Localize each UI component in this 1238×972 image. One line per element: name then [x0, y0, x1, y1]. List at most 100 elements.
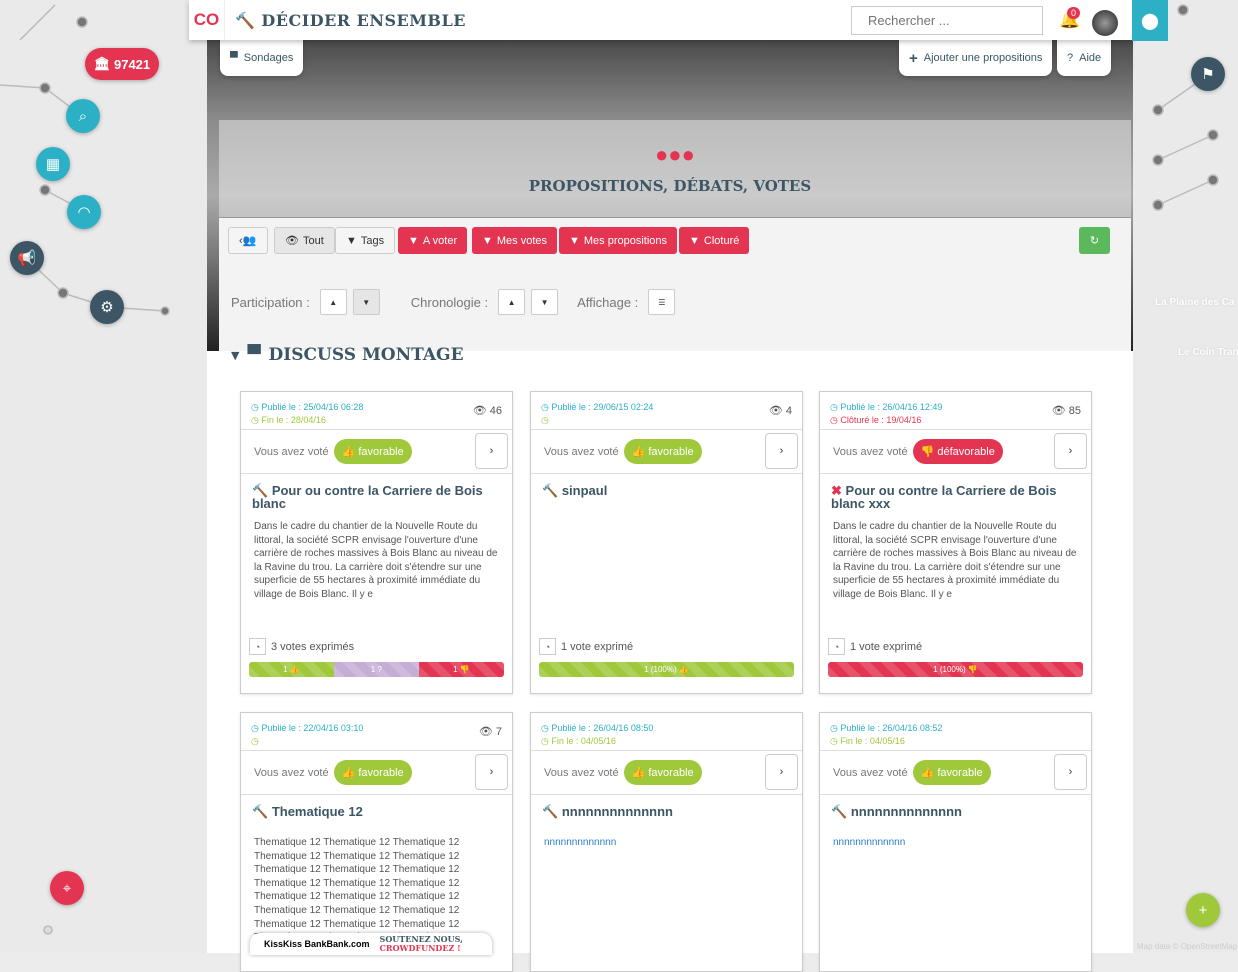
voted-label: Vous avez voté: [544, 766, 619, 779]
vote-badge: 👍 favorable: [333, 439, 412, 464]
open-proposal-button[interactable]: ›: [1054, 754, 1087, 790]
published-date: ◷ Publié le : 26/04/16 12:49: [830, 402, 943, 412]
participation-desc[interactable]: ▼: [352, 289, 380, 315]
banner-text: CROWDFUNDEZ !: [379, 943, 461, 953]
kisskiss-logo: KissKiss BankBank.com: [264, 939, 370, 949]
label: 46: [489, 405, 502, 417]
label: Publié le : 25/04/16 06:28: [261, 402, 364, 412]
vote-badge: 👎 défavorable: [912, 439, 1003, 464]
voted-label: Vous avez voté: [254, 766, 329, 779]
calendar-button[interactable]: ▦: [36, 147, 70, 181]
brand-title: DÉCIDER ENSEMBLE: [261, 10, 466, 30]
view-count: 👁 7: [479, 725, 502, 738]
votes-count[interactable]: ◔ 1 vote exprimé: [828, 638, 922, 655]
settings-button[interactable]: ⚙: [90, 290, 124, 324]
votes-count[interactable]: ◔ 3 votes exprimés: [249, 638, 354, 655]
label: nnnnnnnnnnnnnn: [561, 804, 673, 819]
pie-chart-icon: ◔: [539, 638, 556, 655]
voted-label: Vous avez voté: [544, 445, 619, 458]
hero-title: PROPOSITIONS, DÉBATS, VOTES: [528, 177, 812, 195]
label: Tags: [360, 234, 385, 247]
proposal-description: Dans le cadre du chantier de la Nouvelle…: [254, 521, 498, 600]
filter-my-votes[interactable]: ▼ Mes votes: [472, 227, 558, 254]
refresh-button[interactable]: ↻: [1079, 227, 1110, 254]
recenter-button[interactable]: ⌖: [50, 871, 84, 905]
tab-sondages[interactable]: ▀ Sondages: [220, 40, 304, 76]
plus-icon: +: [909, 49, 918, 67]
map-marker-icon: ⬤: [1141, 12, 1159, 30]
label: 1 vote exprimé: [561, 640, 634, 653]
label: Thematique 12: [271, 804, 363, 819]
right-map[interactable]: La Plaine des Ca Le Coin Tran ⚑ + Map da…: [1133, 0, 1238, 953]
thumbs-up-icon: 👍: [631, 767, 646, 779]
filter-icon: ▼: [346, 234, 357, 247]
refresh-icon: ↻: [1089, 235, 1100, 247]
label: nnnnnnnnnnnnnn: [850, 804, 962, 819]
vote-results-bar: 1 (100%) 👍: [539, 662, 794, 677]
open-proposal-button[interactable]: ›: [475, 754, 508, 790]
add-proposition-button[interactable]: + Ajouter une propositions: [899, 40, 1053, 76]
brand[interactable]: 🔨 DÉCIDER ENSEMBLE: [235, 11, 466, 30]
proposal-title[interactable]: 🔨 Pour ou contre la Carriere de Bois bla…: [241, 474, 512, 510]
filter-closed[interactable]: ▼ Cloturé: [679, 227, 750, 254]
published-date: ◷ Publié le : 26/04/16 08:52: [830, 723, 943, 733]
label: Pour ou contre la Carriere de Bois blanc…: [831, 483, 1057, 511]
announce-button[interactable]: 📢: [10, 241, 44, 275]
co-logo[interactable]: CO: [189, 0, 225, 40]
proposal-title[interactable]: 🔨 sinpaul: [531, 474, 802, 497]
filter-tags[interactable]: ▼ Tags: [335, 227, 396, 254]
avatar[interactable]: [1092, 10, 1118, 36]
gavel-icon: 🔨: [252, 804, 269, 819]
search-map-button[interactable]: ⌕: [66, 99, 100, 133]
left-map[interactable]: 🏛 97421 ⌕ ▦ ◠ 📢 ⚙ ⌖: [0, 0, 207, 953]
proposal-card: ◷ Publié le : 26/04/16 12:49 ◷ Clôturé l…: [819, 391, 1092, 694]
thumbs-up-icon: 👍: [341, 767, 356, 779]
open-proposal-button[interactable]: ›: [765, 754, 798, 790]
filter-my-propositions[interactable]: ▼ Mes propositions: [559, 227, 678, 254]
filter-all[interactable]: 👁 Tout: [274, 227, 335, 254]
label: Mes votes: [496, 234, 548, 247]
open-proposal-button[interactable]: ›: [475, 433, 508, 469]
section-title: DISCUSS MONTAGE: [268, 345, 464, 365]
proposal-title[interactable]: ✖ Pour ou contre la Carriere de Bois bla…: [820, 474, 1091, 510]
chronology-asc[interactable]: ▲: [498, 289, 526, 315]
users-icon: ●●●: [655, 142, 695, 167]
help-button[interactable]: ? Aide: [1057, 40, 1112, 76]
group-back-button[interactable]: ‹👥: [228, 227, 268, 254]
rss-button[interactable]: ◠: [67, 195, 101, 229]
open-proposal-button[interactable]: ›: [1054, 433, 1087, 469]
crowdfunding-banner[interactable]: KissKiss BankBank.com SOUTENEZ NOUS, CROW…: [250, 933, 492, 955]
filter-to-vote[interactable]: ▼ A voter: [398, 227, 468, 254]
label: 1 (100%): [644, 665, 677, 674]
flag-icon: ⚑: [1201, 66, 1215, 83]
thumbs-up-icon: 👍: [631, 446, 646, 458]
postal-code-badge[interactable]: 🏛 97421: [85, 48, 159, 80]
published-date: ◷ Publié le : 22/04/16 03:10: [251, 723, 364, 733]
proposal-title[interactable]: 🔨 Thematique 12: [241, 795, 512, 818]
archive-icon: ▀: [247, 345, 261, 365]
search-input[interactable]: [851, 6, 1043, 35]
proposal-title[interactable]: 🔨 nnnnnnnnnnnnnn: [531, 795, 802, 818]
question-icon: ?: [1067, 52, 1074, 64]
participation-asc[interactable]: ▲: [319, 289, 347, 315]
open-proposal-button[interactable]: ›: [765, 433, 798, 469]
map-toggle-button[interactable]: ⬤: [1132, 0, 1168, 41]
flag-button[interactable]: ⚑: [1191, 57, 1225, 91]
gavel-icon: 🔨: [542, 804, 559, 819]
votes-count[interactable]: ◔ 1 vote exprimé: [539, 638, 633, 655]
map-attribution[interactable]: Map data © OpenStreetMap: [1137, 942, 1237, 951]
label: Ajouter une propositions: [923, 52, 1043, 64]
label: favorable: [358, 767, 404, 779]
display-list-button[interactable]: ☰: [648, 289, 676, 315]
proposal-card: ◷ Publié le : 26/04/16 08:52 ◷ Fin le : …: [819, 712, 1092, 972]
proposal-title[interactable]: 🔨 nnnnnnnnnnnnnn: [820, 795, 1091, 818]
map-label: La Plaine des Ca: [1155, 297, 1235, 308]
label: 4: [785, 405, 792, 417]
chronology-desc[interactable]: ▼: [531, 289, 559, 315]
add-button[interactable]: +: [1186, 893, 1220, 927]
eye-icon: 👁: [478, 726, 493, 738]
section-header[interactable]: ▼ ▀ DISCUSS MONTAGE: [231, 345, 464, 365]
vote-badge: 👍 favorable: [912, 760, 991, 785]
view-count: 👁 4: [769, 404, 792, 417]
filter-icon: ▼: [569, 234, 580, 247]
